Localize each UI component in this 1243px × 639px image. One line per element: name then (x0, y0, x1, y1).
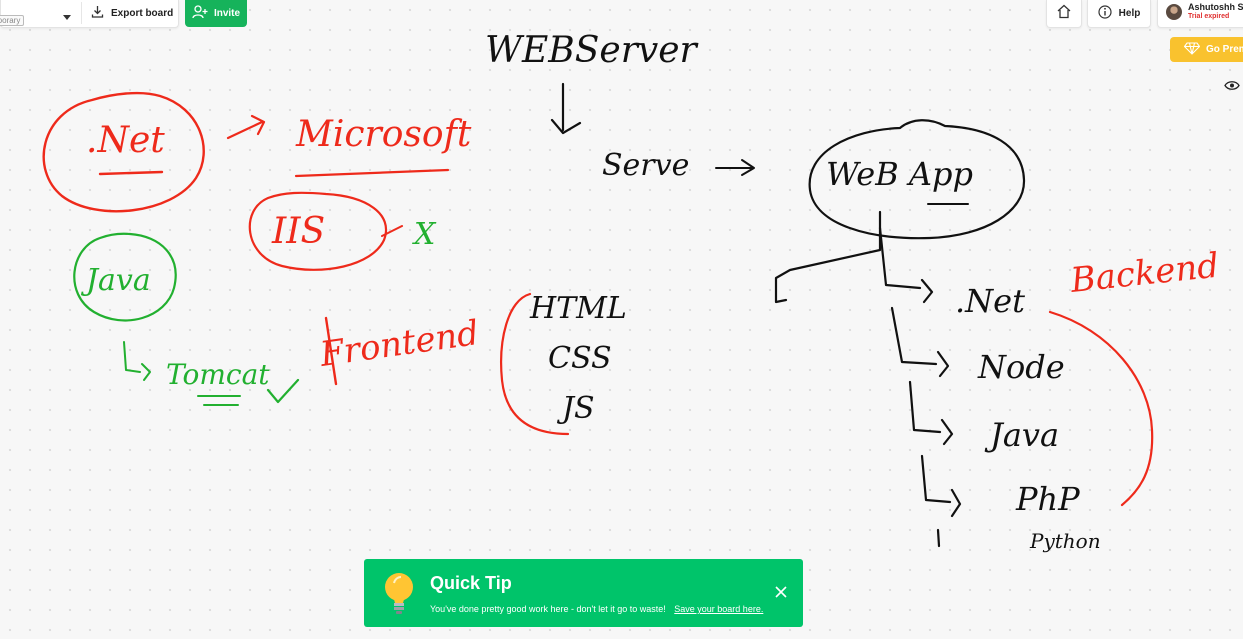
branch-main (774, 210, 882, 304)
help-button[interactable]: Help (1087, 0, 1151, 28)
backend-bracket (1048, 310, 1154, 507)
eye-icon[interactable] (1224, 78, 1240, 96)
invite-label: Invite (213, 8, 241, 19)
invite-button[interactable]: Invite (185, 0, 247, 27)
premium-label: Go Prem (1206, 44, 1243, 55)
text-backend: Backend (1068, 246, 1221, 301)
text-python: Python (1029, 529, 1101, 553)
text-node: Node (977, 348, 1065, 386)
text-net-right: .Net (955, 282, 1025, 320)
arrow-microsoft (226, 114, 266, 140)
help-label: Help (1118, 8, 1141, 19)
text-cross: X (412, 217, 437, 252)
go-premium-button[interactable]: Go Prem (1170, 37, 1243, 62)
tip-message-text: You've done pretty good work here - don'… (430, 604, 666, 614)
text-js: JS (556, 391, 595, 426)
text-java-left: Java (80, 263, 151, 298)
quick-tip-banner: Quick Tip You've done pretty good work h… (364, 559, 803, 627)
text-php: PhP (1015, 480, 1080, 518)
arrow-serve (715, 159, 755, 176)
tip-message: You've done pretty good work here - don'… (430, 604, 763, 614)
branch-node (890, 306, 950, 378)
save-board-link[interactable]: Save your board here. (674, 604, 763, 614)
text-dotnet-left: .Net (86, 120, 165, 161)
text-tomcat: Tomcat (166, 358, 270, 391)
info-icon (1098, 5, 1112, 22)
text-frontend: Frontend (317, 313, 482, 375)
text-css: CSS (548, 341, 612, 376)
text-web-app: WeB App (826, 155, 973, 193)
text-html: HTML (529, 291, 627, 326)
avatar (1166, 4, 1182, 20)
home-icon (1056, 4, 1072, 24)
home-button[interactable] (1046, 0, 1082, 28)
download-icon (91, 5, 104, 21)
text-serve: Serve (602, 148, 689, 183)
chevron-down-icon[interactable] (63, 8, 71, 26)
whiteboard-canvas[interactable]: WEBServer Serve WeB App .Net Node Java P… (0, 0, 1243, 639)
branch-php (920, 454, 962, 518)
temporary-tag: mporary (0, 15, 25, 26)
trial-status: Trial expired (1188, 13, 1230, 20)
toolbar-divider (81, 2, 82, 24)
arrow-tomcat (123, 341, 151, 381)
add-user-icon (192, 5, 208, 22)
text-java-right: Java (984, 416, 1059, 454)
board-toolbar: mporary Export board (0, 0, 179, 28)
underline-tomcat (197, 395, 241, 406)
diamond-icon (1183, 41, 1201, 58)
arrow-down (550, 82, 582, 135)
underline-dotnet (98, 170, 164, 176)
tip-title: Quick Tip (430, 573, 512, 593)
user-name: Ashutoshh Si (1188, 2, 1243, 12)
lightbulb-icon (382, 572, 416, 621)
underline-microsoft (294, 168, 450, 178)
tick-tomcat (266, 378, 300, 404)
user-menu[interactable]: Ashutoshh Si Trial expired (1157, 0, 1243, 28)
branch-python-tick (936, 528, 941, 548)
close-icon[interactable] (775, 585, 787, 603)
export-board-label: Export board (111, 7, 174, 19)
text-iis: IIS (271, 211, 325, 252)
export-board-button[interactable]: Export board (91, 5, 173, 21)
text-microsoft: Microsoft (295, 114, 472, 155)
text-webserver: WEBServer (485, 30, 699, 71)
branch-java (908, 380, 954, 446)
